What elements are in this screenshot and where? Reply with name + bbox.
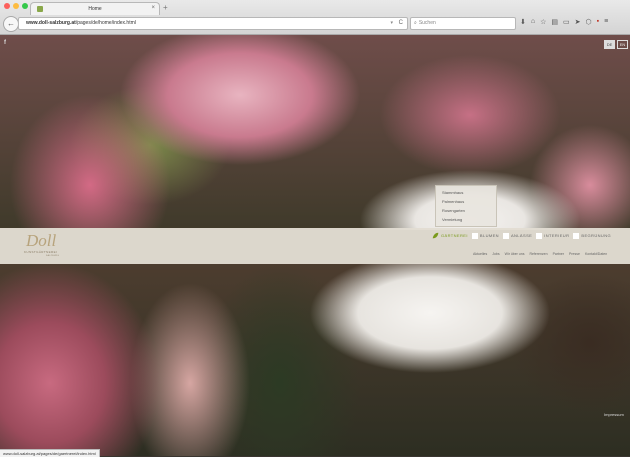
nav-label: GÄRTNEREI — [441, 233, 468, 238]
url-dropdown-icon[interactable]: ▾ — [390, 18, 393, 29]
nav-marker-icon — [502, 232, 509, 239]
window-controls — [4, 3, 28, 9]
lang-en-button[interactable]: EN — [617, 40, 628, 49]
website-page: f DE EN Stammhaus Palmenhaus Rosengarten… — [0, 35, 630, 456]
subnav-kontakt[interactable]: Kontakt/Daten — [585, 252, 607, 256]
nav-label: ANLÄSSE — [510, 233, 533, 238]
impressum-link[interactable]: Impressum — [604, 412, 624, 417]
search-icon: ⌕ — [414, 20, 417, 26]
nav-bar: ← www.doll-salzburg.at/pages/de/home/ind… — [0, 14, 630, 34]
logo-tagline: KUNSTGÄRTNEREI — [24, 250, 58, 254]
nav-item-interieur[interactable]: INTERIEUR — [536, 232, 570, 239]
dropdown-item-palmenhaus[interactable]: Palmenhaus — [442, 199, 496, 204]
subnav-jobs[interactable]: Jobs — [492, 252, 499, 256]
menu-icon[interactable]: ≡ — [604, 18, 608, 26]
leaf-icon — [432, 232, 439, 239]
toolbar-icons: ⬇ ⌂ ☆ ▤ ▭ ➤ ⬡ ▪ ≡ — [520, 18, 608, 26]
search-field[interactable]: ⌕ Suchen — [410, 17, 516, 30]
lang-de-button[interactable]: DE — [604, 40, 615, 49]
logo-sub: SALZBURG — [46, 255, 60, 257]
subnav-aktuelles[interactable]: Aktuelles — [473, 252, 487, 256]
gaertnerei-dropdown: Stammhaus Palmenhaus Rosengarten Vermiet… — [435, 185, 497, 227]
extension-icon[interactable]: ▪ — [597, 18, 599, 26]
bookmark-star-icon[interactable]: ☆ — [540, 18, 546, 26]
nav-item-begruenung[interactable]: BEGRÜNUNG — [573, 232, 611, 239]
hero-photo-bottom — [0, 263, 630, 456]
url-host: www.doll-salzburg.at — [26, 20, 76, 26]
nav-item-anlaesse[interactable]: ANLÄSSE — [502, 232, 533, 239]
dropdown-item-rosengarten[interactable]: Rosengarten — [442, 208, 496, 213]
logo-script: Doll — [26, 231, 57, 250]
nav-item-blumen[interactable]: BLUMEN — [471, 232, 499, 239]
zoom-window-button[interactable] — [22, 3, 28, 9]
subnav-presse[interactable]: Presse — [569, 252, 580, 256]
sub-nav: Aktuelles Jobs Wir über uns Referenzen P… — [473, 252, 607, 256]
subnav-partner[interactable]: Partner — [553, 252, 564, 256]
send-icon[interactable]: ➤ — [575, 18, 581, 26]
home-icon[interactable]: ⌂ — [531, 18, 535, 26]
header-band: Doll KUNSTGÄRTNEREI SALZBURG GÄRTNEREI B… — [0, 228, 630, 264]
dropdown-item-vermietung[interactable]: Vermietung — [442, 217, 496, 222]
nav-marker-icon — [573, 232, 580, 239]
main-nav: GÄRTNEREI BLUMEN ANLÄSSE INTERIEUR BEGRÜ… — [432, 232, 611, 239]
reader-icon[interactable]: ▤ — [551, 18, 558, 26]
url-path: /pages/de/home/index.html — [75, 20, 136, 26]
tab-title: Home — [88, 6, 102, 12]
close-window-button[interactable] — [4, 3, 10, 9]
address-bar[interactable]: www.doll-salzburg.at/pages/de/home/index… — [18, 17, 408, 30]
dropdown-item-stammhaus[interactable]: Stammhaus — [442, 190, 496, 195]
browser-chrome: Home × + ← www.doll-salzburg.at/pages/de… — [0, 0, 630, 35]
facebook-icon[interactable]: f — [4, 40, 6, 46]
download-icon[interactable]: ⬇ — [520, 18, 526, 26]
reload-icon[interactable]: C — [399, 18, 403, 29]
close-tab-icon[interactable]: × — [151, 5, 155, 11]
hero-photo-top — [0, 35, 630, 230]
nav-label: BEGRÜNUNG — [581, 233, 611, 238]
new-tab-button[interactable]: + — [163, 3, 168, 12]
nav-marker-icon — [536, 232, 543, 239]
pocket-icon[interactable]: ⬡ — [586, 18, 592, 26]
nav-label: INTERIEUR — [544, 233, 570, 238]
subnav-referenzen[interactable]: Referenzen — [529, 252, 547, 256]
nav-label: BLUMEN — [479, 233, 499, 238]
back-button[interactable]: ← — [3, 16, 19, 32]
language-switch: DE EN — [604, 40, 628, 49]
subnav-wir-ueber-uns[interactable]: Wir über uns — [505, 252, 525, 256]
logo[interactable]: Doll KUNSTGÄRTNEREI SALZBURG — [24, 231, 76, 261]
minimize-window-button[interactable] — [13, 3, 19, 9]
nav-marker-icon — [471, 232, 478, 239]
nav-item-gaertnerei[interactable]: GÄRTNEREI — [432, 232, 468, 239]
tab-bar: Home × + — [0, 0, 630, 15]
chat-icon[interactable]: ▭ — [563, 18, 570, 26]
search-placeholder: Suchen — [418, 20, 436, 26]
